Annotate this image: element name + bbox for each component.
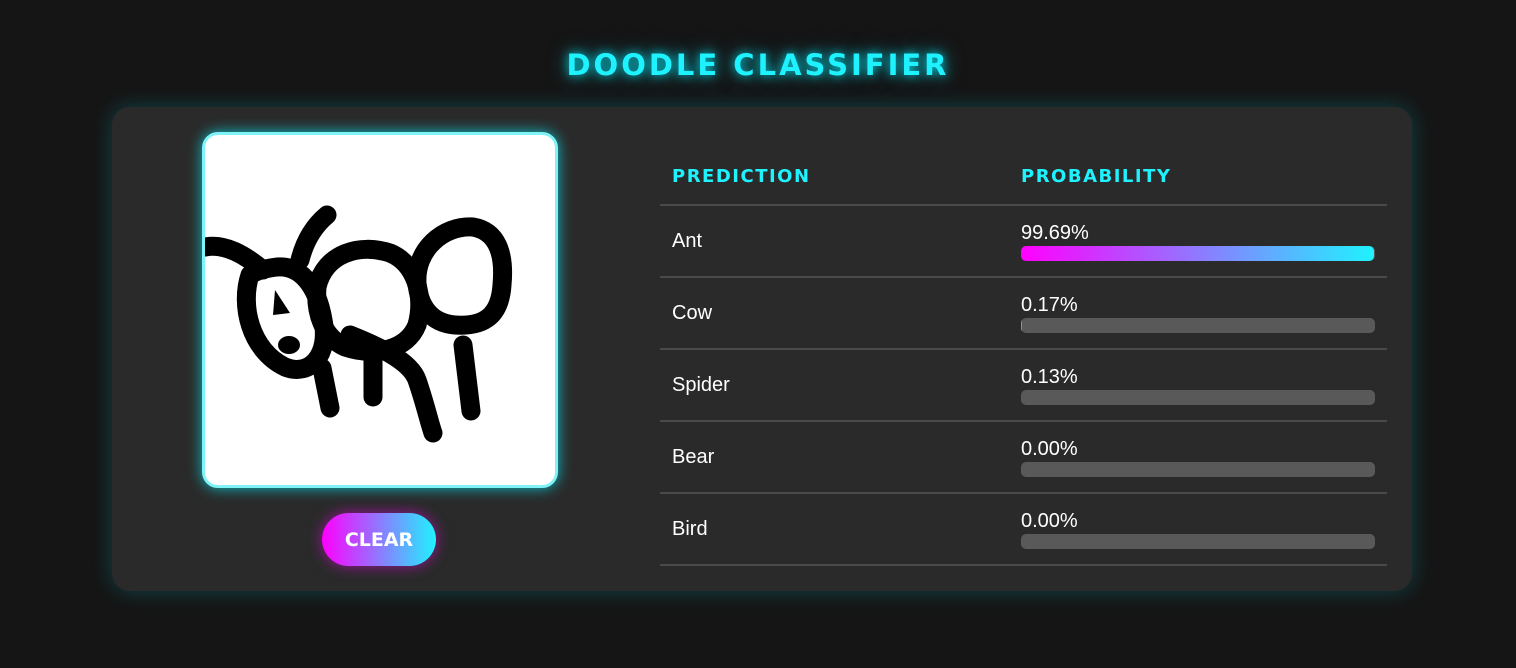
prediction-column-header: PREDICTION bbox=[672, 166, 811, 187]
table-row: Cow 0.17% bbox=[660, 278, 1387, 350]
table-row: Bird 0.00% bbox=[660, 494, 1387, 566]
class-label: Bird bbox=[672, 518, 708, 540]
class-label: Bear bbox=[672, 446, 715, 468]
probability-bar bbox=[1021, 390, 1375, 405]
probability-value: 0.17% bbox=[1021, 294, 1078, 316]
doodle-drawing bbox=[205, 205, 513, 443]
class-label: Cow bbox=[672, 302, 713, 324]
probability-value: 0.00% bbox=[1021, 510, 1078, 532]
classifier-panel: CLEAR PREDICTION PROBABILITY Ant 99.69% … bbox=[112, 107, 1412, 591]
class-label: Spider bbox=[672, 374, 730, 396]
probability-value: 0.00% bbox=[1021, 438, 1078, 460]
probability-column-header: PROBABILITY bbox=[1021, 166, 1172, 187]
probability-bar bbox=[1021, 534, 1375, 549]
probability-bar bbox=[1021, 462, 1375, 477]
probability-value: 0.13% bbox=[1021, 366, 1078, 388]
table-header: PREDICTION PROBABILITY bbox=[660, 152, 1387, 206]
page-title: DOODLE CLASSIFIER bbox=[566, 48, 950, 82]
table-row: Spider 0.13% bbox=[660, 350, 1387, 422]
probability-bar bbox=[1021, 246, 1375, 261]
drawing-canvas[interactable] bbox=[202, 132, 558, 488]
probability-bar bbox=[1021, 318, 1375, 333]
predictions-table: PREDICTION PROBABILITY Ant 99.69% Cow 0.… bbox=[660, 152, 1387, 566]
probability-bar-fill bbox=[1021, 318, 1022, 333]
probability-bar-fill bbox=[1021, 246, 1374, 261]
class-label: Ant bbox=[672, 230, 703, 252]
clear-button[interactable]: CLEAR bbox=[322, 513, 436, 566]
table-row: Ant 99.69% bbox=[660, 206, 1387, 278]
probability-value: 99.69% bbox=[1021, 222, 1089, 244]
table-row: Bear 0.00% bbox=[660, 422, 1387, 494]
